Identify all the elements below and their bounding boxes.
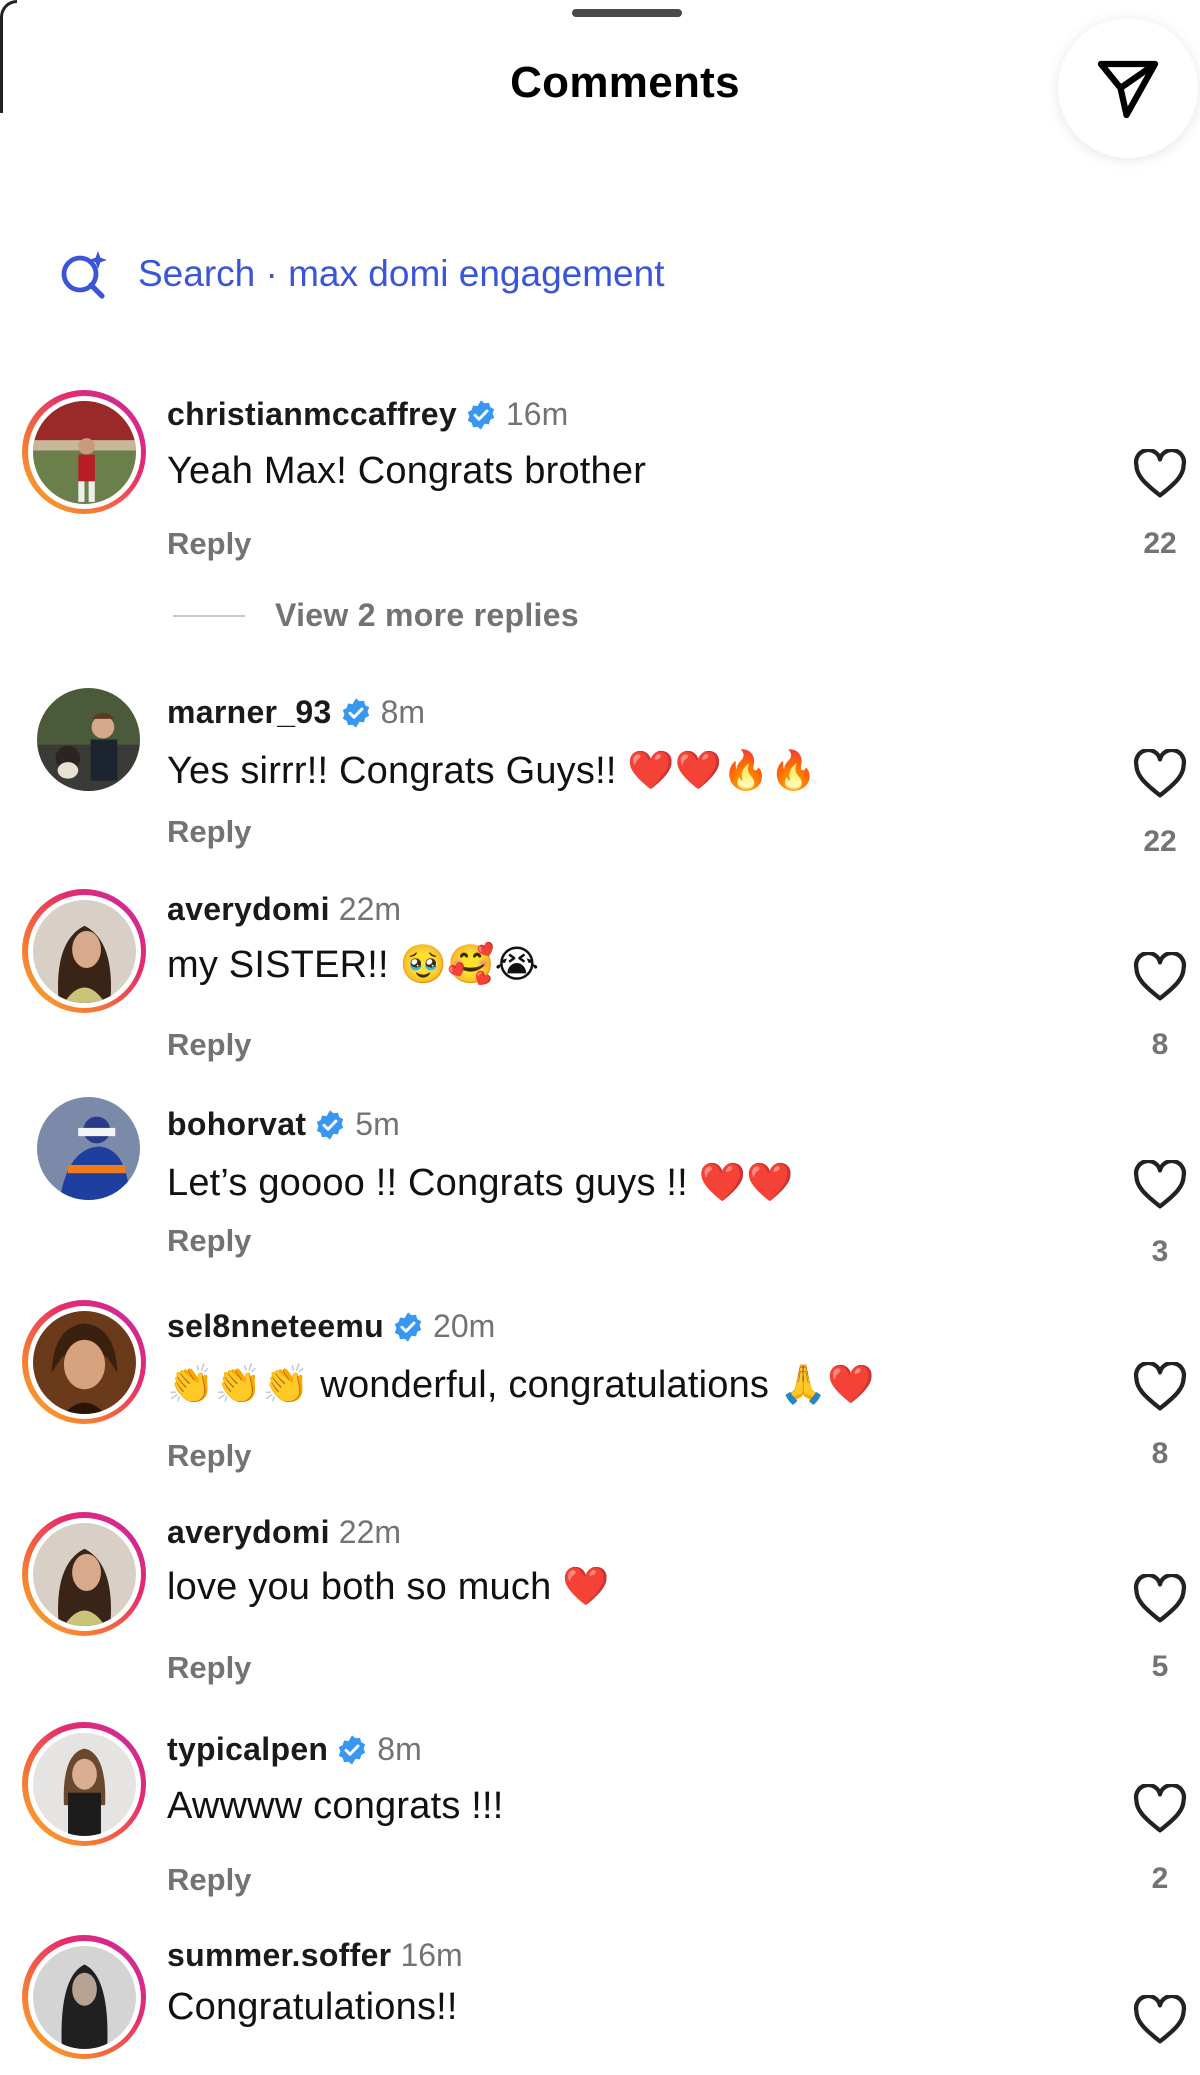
timestamp: 22m bbox=[338, 891, 402, 927]
share-button[interactable] bbox=[1058, 18, 1198, 158]
timestamp: 22m bbox=[338, 1514, 402, 1550]
heart-icon[interactable] bbox=[1133, 1784, 1187, 1834]
sheet-grabber[interactable] bbox=[572, 9, 682, 17]
comment-text: Awwww congrats !!! bbox=[167, 1785, 504, 1827]
share-icon bbox=[1097, 60, 1159, 119]
username[interactable]: averydomi bbox=[167, 891, 330, 928]
related-search[interactable]: Search · max domi engagement bbox=[58, 248, 665, 300]
avatar[interactable] bbox=[22, 1722, 146, 1846]
comment-emojis: ❤️ bbox=[562, 1564, 610, 1608]
heart-icon[interactable] bbox=[1133, 749, 1187, 799]
comment-text: Yeah Max! Congrats brother bbox=[167, 450, 647, 492]
username[interactable]: typicalpen bbox=[167, 1731, 328, 1768]
comment-text: Let’s goooo !! Congrats guys !! ❤️❤️ bbox=[167, 1160, 794, 1204]
reply-button[interactable]: Reply bbox=[167, 1862, 251, 1898]
ai-search-icon bbox=[61, 251, 107, 299]
reply-button[interactable]: Reply bbox=[167, 1650, 251, 1686]
avatar[interactable] bbox=[22, 1512, 146, 1636]
username[interactable]: sel8nneteemu bbox=[167, 1308, 384, 1345]
heart-icon[interactable] bbox=[1133, 1362, 1187, 1412]
comment-text: Yes sirrr!! Congrats Guys!! ❤️❤️🔥🔥 bbox=[167, 748, 818, 792]
timestamp: 5m bbox=[355, 1106, 400, 1142]
username[interactable]: averydomi bbox=[167, 1514, 330, 1551]
username[interactable]: christianmccaffrey bbox=[167, 396, 457, 433]
verified-badge-icon bbox=[336, 1734, 368, 1766]
heart-icon[interactable] bbox=[1133, 449, 1187, 499]
reply-button[interactable]: Reply bbox=[167, 1438, 251, 1474]
comment-emojis: ❤️❤️🔥🔥 bbox=[627, 748, 818, 792]
avatar[interactable] bbox=[37, 688, 140, 791]
heart-icon[interactable] bbox=[1133, 1160, 1187, 1210]
heart-icon[interactable] bbox=[1133, 1574, 1187, 1624]
reply-button[interactable]: Reply bbox=[167, 1223, 251, 1259]
view-more-replies-label: View 2 more replies bbox=[275, 597, 579, 633]
view-more-replies[interactable]: View 2 more replies bbox=[173, 597, 579, 634]
comment-emojis: 🙏❤️ bbox=[779, 1362, 875, 1406]
avatar[interactable] bbox=[22, 889, 146, 1013]
like-count: 22 bbox=[1143, 527, 1177, 560]
timestamp: 16m bbox=[400, 1937, 463, 1973]
comment-emojis-leading: 👏👏👏 bbox=[167, 1362, 310, 1406]
reply-button[interactable]: Reply bbox=[167, 526, 251, 562]
reply-button[interactable]: Reply bbox=[167, 1027, 251, 1063]
page-title: Comments bbox=[510, 58, 740, 107]
timestamp: 8m bbox=[377, 1731, 422, 1767]
heart-icon[interactable] bbox=[1133, 1995, 1187, 2045]
like-count: 22 bbox=[1143, 825, 1177, 858]
username[interactable]: summer.soffer bbox=[167, 1937, 391, 1974]
thread-line bbox=[173, 614, 245, 617]
like-count: 3 bbox=[1151, 1235, 1169, 1268]
verified-badge-icon bbox=[314, 1109, 346, 1141]
comment-emojis: ❤️❤️ bbox=[698, 1160, 794, 1204]
search-suggestion-text: Search · max domi engagement bbox=[138, 253, 665, 294]
comment-emojis: 🥹🥰😭 bbox=[399, 942, 540, 986]
comment-text: Congratulations!! bbox=[167, 1986, 458, 2028]
avatar[interactable] bbox=[22, 1300, 146, 1424]
heart-icon[interactable] bbox=[1133, 952, 1187, 1002]
verified-badge-icon bbox=[465, 399, 497, 431]
timestamp: 8m bbox=[380, 694, 426, 730]
username[interactable]: bohorvat bbox=[167, 1106, 306, 1143]
comment-text: my SISTER!! 🥹🥰😭 bbox=[167, 942, 540, 986]
comment-text: love you both so much ❤️ bbox=[167, 1564, 610, 1608]
like-count: 8 bbox=[1151, 1028, 1169, 1061]
avatar[interactable] bbox=[37, 1097, 140, 1200]
comment-text: 👏👏👏 wonderful, congratulations 🙏❤️ bbox=[167, 1362, 875, 1406]
timestamp: 16m bbox=[505, 396, 569, 432]
like-count: 5 bbox=[1151, 1650, 1169, 1683]
timestamp: 20m bbox=[433, 1308, 496, 1344]
username[interactable]: marner_93 bbox=[167, 694, 332, 731]
verified-badge-icon bbox=[340, 697, 372, 729]
like-count: 2 bbox=[1151, 1862, 1169, 1895]
like-count: 8 bbox=[1151, 1437, 1169, 1470]
verified-badge-icon bbox=[392, 1311, 424, 1343]
avatar[interactable] bbox=[22, 1935, 146, 2059]
avatar[interactable] bbox=[22, 390, 146, 514]
reply-button[interactable]: Reply bbox=[167, 814, 251, 850]
